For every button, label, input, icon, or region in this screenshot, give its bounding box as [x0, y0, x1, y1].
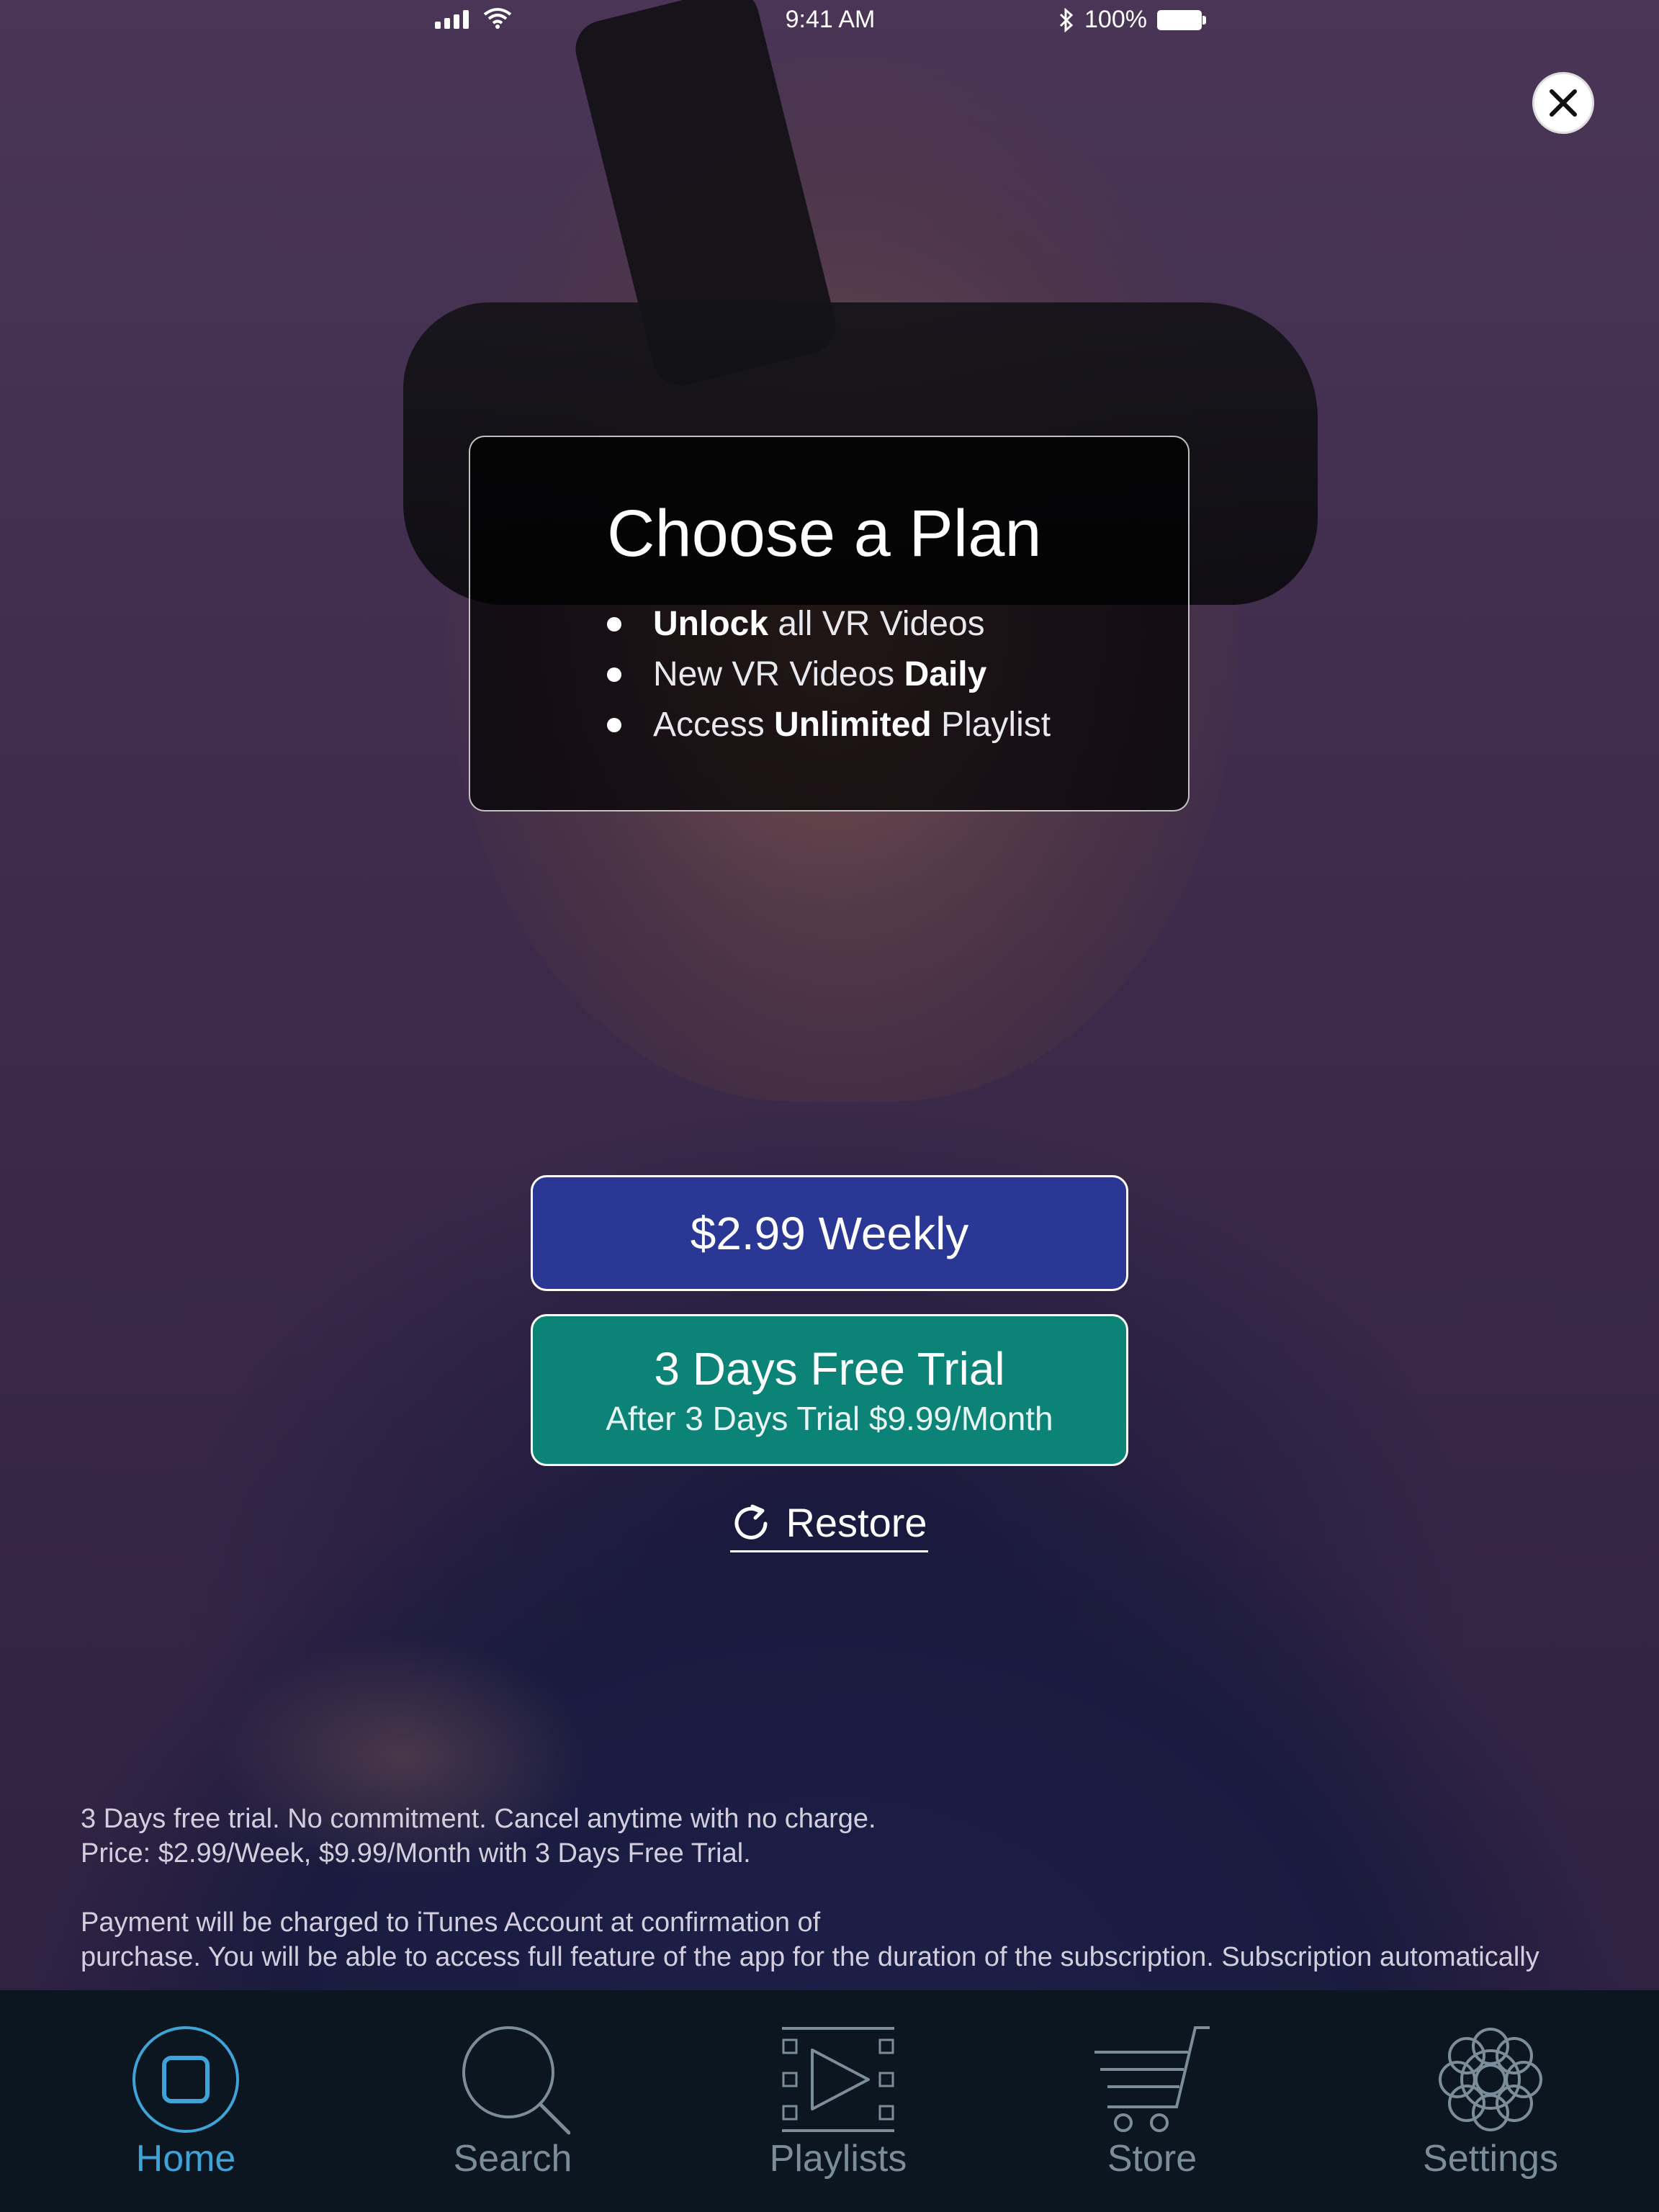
- tab-playlists[interactable]: Playlists: [766, 1990, 910, 2212]
- plan-card: Choose a Plan Unlock all VR Videos New V…: [469, 436, 1190, 811]
- feature-item: Unlock all VR Videos: [607, 599, 1051, 649]
- feature-item: Access Unlimited Playlist: [607, 700, 1051, 750]
- feature-list: Unlock all VR Videos New VR Videos Daily…: [607, 599, 1051, 750]
- legal-trial-info: 3 Days free trial. No commitment. Cancel…: [81, 1804, 876, 1869]
- weekly-plan-label: $2.99 Weekly: [690, 1207, 969, 1259]
- legal-payment-info: Payment will be charged to iTunes Accoun…: [81, 1907, 1539, 1972]
- cart-icon: [1094, 2026, 1210, 2132]
- free-trial-title: 3 Days Free Trial: [654, 1342, 1005, 1395]
- close-button[interactable]: [1532, 72, 1594, 134]
- restore-button[interactable]: Restore: [730, 1495, 928, 1552]
- bullet-icon: [607, 617, 621, 631]
- tab-home[interactable]: Home: [114, 1990, 258, 2212]
- wifi-icon: [483, 8, 512, 29]
- playlist-film-icon: [782, 2027, 894, 2132]
- status-battery-group: 100%: [1058, 6, 1206, 34]
- tab-store-label: Store: [1107, 2138, 1197, 2180]
- search-icon: [462, 2026, 570, 2135]
- gear-icon: [1439, 2028, 1542, 2131]
- refresh-icon: [734, 1504, 768, 1539]
- bullet-icon: [607, 667, 621, 682]
- plan-title: Choose a Plan: [607, 497, 1042, 570]
- feature-item: New VR Videos Daily: [607, 649, 1051, 700]
- free-trial-subtitle: After 3 Days Trial $9.99/Month: [606, 1399, 1053, 1437]
- battery-percent: 100%: [1084, 6, 1147, 33]
- tab-search[interactable]: Search: [441, 1990, 585, 2212]
- tab-store[interactable]: Store: [1080, 1990, 1224, 2212]
- tab-home-label: Home: [135, 2138, 236, 2180]
- tab-bar: Home Search Playlists Store Settings: [0, 1990, 1659, 2212]
- tab-playlists-label: Playlists: [769, 2138, 907, 2180]
- legal-text: 3 Days free trial. No commitment. Cancel…: [81, 1802, 1629, 2009]
- home-square-icon: [132, 2026, 239, 2133]
- tab-settings[interactable]: Settings: [1419, 1990, 1563, 2212]
- status-connectivity: [435, 7, 512, 29]
- signal-icon: [435, 9, 469, 29]
- restore-label: Restore: [786, 1500, 927, 1545]
- tab-settings-label: Settings: [1423, 2138, 1558, 2180]
- status-time: 9:41 AM: [785, 6, 876, 33]
- status-bar: 9:41 AM 100%: [0, 0, 1659, 43]
- close-icon: [1550, 89, 1577, 117]
- bluetooth-icon: [1059, 7, 1074, 32]
- bullet-icon: [607, 718, 621, 732]
- battery-icon: [1156, 9, 1206, 30]
- tab-search-label: Search: [453, 2138, 572, 2180]
- free-trial-button[interactable]: 3 Days Free Trial After 3 Days Trial $9.…: [531, 1314, 1128, 1466]
- weekly-plan-button[interactable]: $2.99 Weekly: [531, 1175, 1128, 1291]
